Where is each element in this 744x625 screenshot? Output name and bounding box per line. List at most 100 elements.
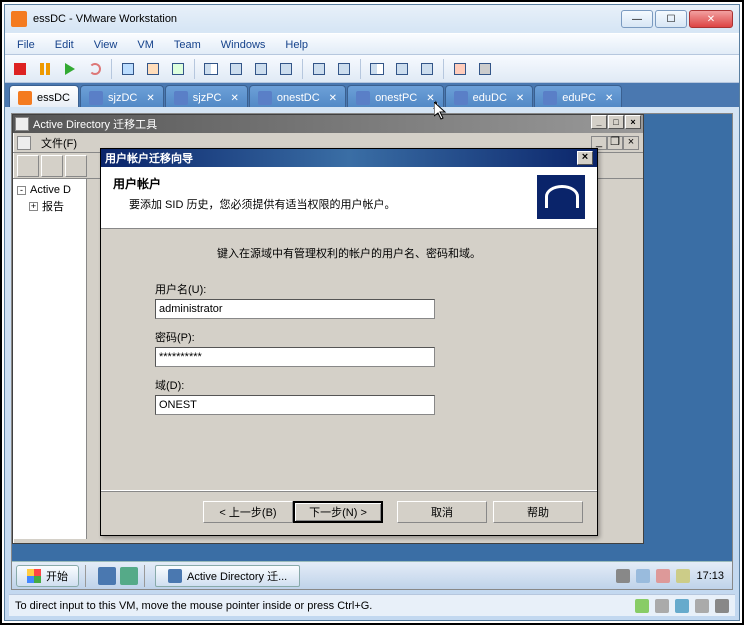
manage-button[interactable] — [167, 58, 189, 80]
stop-record-button[interactable] — [474, 58, 496, 80]
close-icon[interactable]: ✕ — [146, 93, 154, 104]
menu-team[interactable]: Team — [166, 37, 209, 51]
tree-expand-icon[interactable]: + — [29, 202, 38, 211]
password-input[interactable] — [155, 347, 435, 367]
status-text: To direct input to this VM, move the mou… — [15, 600, 372, 612]
wizard-instruction: 键入在源域中有管理权利的帐户的用户名、密码和域。 — [131, 245, 567, 261]
tab-onestpc[interactable]: onestPC✕ — [347, 85, 444, 107]
ad-child-close[interactable]: × — [623, 136, 639, 150]
ad-tool-btn[interactable] — [65, 155, 87, 177]
record-button[interactable] — [449, 58, 471, 80]
tab-sjzpc[interactable]: sjzPC ✕ — [165, 85, 248, 107]
guest-taskbar: 开始 Active Directory 迁... 17:13 — [12, 561, 732, 589]
tab-edupc[interactable]: eduPC✕ — [534, 85, 622, 107]
minimize-button[interactable]: — — [621, 10, 653, 28]
tray-icon[interactable] — [656, 569, 670, 583]
taskbar-item[interactable]: Active Directory 迁... — [155, 565, 300, 587]
cancel-button[interactable]: 取消 — [397, 501, 487, 523]
menu-windows[interactable]: Windows — [213, 37, 274, 51]
menu-view[interactable]: View — [86, 37, 126, 51]
ad-window-title: Active Directory 迁移工具 — [33, 116, 641, 132]
ad-nav-fwd[interactable] — [41, 155, 63, 177]
wizard-close-button[interactable]: × — [577, 151, 593, 165]
sidebar-button[interactable] — [200, 58, 222, 80]
power-on-button[interactable] — [59, 58, 81, 80]
password-label: 密码(P): — [155, 329, 567, 345]
clock[interactable]: 17:13 — [696, 570, 724, 582]
window-title: essDC - VMware Workstation — [33, 13, 619, 25]
appliance-button[interactable] — [391, 58, 413, 80]
wizard-subheading: 要添加 SID 历史，您必须提供有适当权限的用户帐户。 — [113, 196, 537, 212]
tray-icon[interactable] — [616, 569, 630, 583]
ad-nav-back[interactable] — [17, 155, 39, 177]
summary-button[interactable] — [366, 58, 388, 80]
wizard-dialog: 用户帐户迁移向导 × 用户帐户 要添加 SID 历史，您必须提供有适当权限的用户… — [100, 148, 598, 536]
tab-label: onestPC — [375, 92, 417, 104]
close-button[interactable]: ✕ — [689, 10, 733, 28]
unity-button[interactable] — [308, 58, 330, 80]
close-icon[interactable]: ✕ — [605, 93, 613, 104]
device-icon[interactable] — [695, 599, 709, 613]
device-icon[interactable] — [655, 599, 669, 613]
start-label: 开始 — [46, 568, 68, 584]
close-icon[interactable]: ✕ — [329, 93, 337, 104]
tree-collapse-icon[interactable]: - — [17, 186, 26, 195]
suspend-button[interactable] — [34, 58, 56, 80]
quicklaunch-icon[interactable] — [98, 567, 116, 585]
ad-child-restore[interactable]: ❐ — [607, 136, 623, 150]
tray-icon[interactable] — [676, 569, 690, 583]
back-button[interactable]: < 上一步(B) — [203, 501, 293, 523]
tab-label: sjzPC — [193, 92, 222, 104]
ad-menu-icon — [17, 136, 31, 150]
menu-edit[interactable]: Edit — [47, 37, 82, 51]
reset-button[interactable] — [84, 58, 106, 80]
wizard-header-icon — [537, 175, 585, 219]
username-input[interactable] — [155, 299, 435, 319]
menu-vm[interactable]: VM — [129, 37, 162, 51]
device-icon[interactable] — [635, 599, 649, 613]
thumbnail-button[interactable] — [225, 58, 247, 80]
capture-button[interactable] — [416, 58, 438, 80]
menu-file[interactable]: File — [9, 37, 43, 51]
close-icon[interactable]: ✕ — [516, 93, 524, 104]
ad-menu-file[interactable]: 文件(F) — [35, 133, 83, 153]
windows-flag-icon — [27, 569, 41, 583]
replay-button[interactable] — [333, 58, 355, 80]
ad-maximize-button[interactable]: □ — [608, 115, 624, 129]
power-off-button[interactable] — [9, 58, 31, 80]
start-button[interactable]: 开始 — [16, 565, 79, 587]
close-icon[interactable]: ✕ — [230, 93, 238, 104]
quicklaunch-icon[interactable] — [120, 567, 138, 585]
tray-icon[interactable] — [636, 569, 650, 583]
tab-label: eduDC — [473, 92, 507, 104]
app-icon — [11, 11, 27, 27]
console-button[interactable] — [250, 58, 272, 80]
task-icon — [168, 569, 182, 583]
statusbar: To direct input to this VM, move the mou… — [9, 594, 735, 616]
help-button[interactable]: 帮助 — [493, 501, 583, 523]
device-icon[interactable] — [675, 599, 689, 613]
snapshot-button[interactable] — [117, 58, 139, 80]
maximize-button[interactable]: ☐ — [655, 10, 687, 28]
ad-tree[interactable]: -Active D + 报告 — [13, 179, 87, 539]
guest-desktop[interactable]: Active Directory 迁移工具 _ □ × 文件(F) _ ❐ × — [12, 114, 732, 589]
mouse-cursor-icon — [434, 102, 446, 120]
ad-minimize-button[interactable]: _ — [591, 115, 607, 129]
tab-essdc[interactable]: essDC — [9, 85, 79, 107]
next-button[interactable]: 下一步(N) > — [293, 501, 383, 523]
ad-close-button[interactable]: × — [625, 115, 641, 129]
task-label: Active Directory 迁... — [187, 568, 287, 584]
domain-input[interactable] — [155, 395, 435, 415]
vm-tabs: essDC sjzDC✕ sjzPC✕ onestDC✕ onestPC✕ ed… — [5, 83, 739, 107]
tab-edudc[interactable]: eduDC ✕ — [445, 85, 534, 107]
menu-help[interactable]: Help — [277, 37, 316, 51]
tree-root[interactable]: Active D — [30, 184, 71, 196]
tab-sjzdc[interactable]: sjzDC✕ — [80, 85, 164, 107]
revert-button[interactable] — [142, 58, 164, 80]
device-icon[interactable] — [715, 599, 729, 613]
tree-child[interactable]: 报告 — [42, 198, 64, 214]
tab-onestdc[interactable]: onestDC✕ — [249, 85, 346, 107]
ad-app-icon — [15, 117, 29, 131]
fullscreen-button[interactable] — [275, 58, 297, 80]
toolbar — [5, 55, 739, 83]
